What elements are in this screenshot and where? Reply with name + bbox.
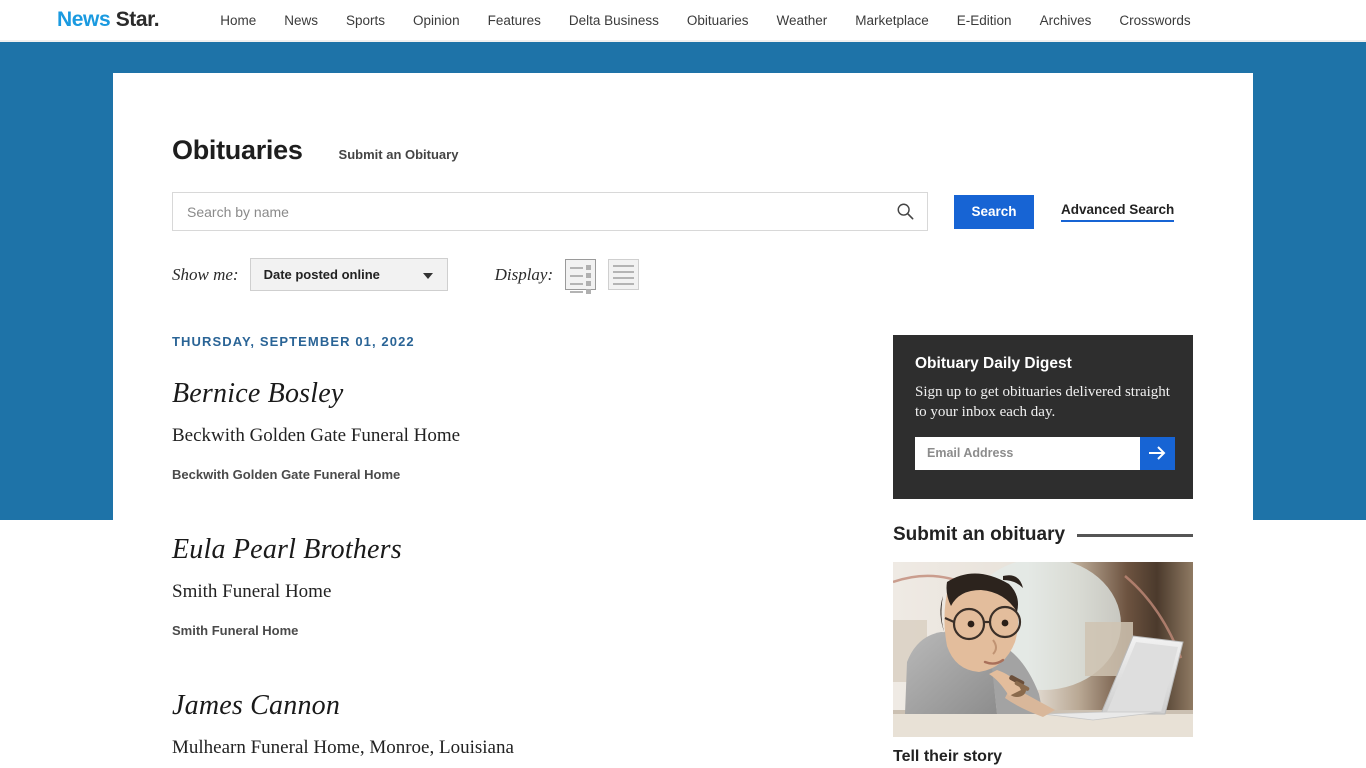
nav-item-e-edition[interactable]: E-Edition — [943, 13, 1026, 28]
search-input[interactable] — [172, 192, 928, 231]
obituary-funeral-home-link[interactable]: Smith Funeral Home — [172, 623, 712, 638]
display-toggle-grid[interactable] — [565, 259, 597, 294]
display-toggle-list[interactable] — [608, 259, 640, 290]
main-navigation: Home News Sports Opinion Features Delta … — [206, 13, 1204, 28]
email-field[interactable] — [915, 436, 1140, 470]
submit-obituary-section-header: Submit an obituary — [893, 524, 1193, 546]
promo-photo-graphic — [893, 562, 1193, 737]
nav-item-news[interactable]: News — [270, 13, 332, 28]
nav-item-weather[interactable]: Weather — [762, 13, 841, 28]
nav-item-sports[interactable]: Sports — [332, 13, 399, 28]
nav-item-obituaries[interactable]: Obituaries — [673, 13, 763, 28]
submit-obituary-link[interactable]: Submit an Obituary — [339, 147, 459, 162]
obituary-funeral-home-link[interactable]: Beckwith Golden Gate Funeral Home — [172, 467, 712, 482]
show-me-select[interactable]: Date posted online — [249, 258, 448, 291]
digest-signup-form — [915, 436, 1175, 470]
obituary-daily-digest-box: Obituary Daily Digest Sign up to get obi… — [893, 335, 1193, 499]
digest-title: Obituary Daily Digest — [915, 355, 1072, 372]
advanced-search-link[interactable]: Advanced Search — [1061, 202, 1175, 222]
nav-item-delta-business[interactable]: Delta Business — [555, 13, 673, 28]
date-heading: THURSDAY, SEPTEMBER 01, 2022 — [172, 334, 415, 349]
nav-item-archives[interactable]: Archives — [1026, 13, 1106, 28]
digest-submit-button[interactable] — [1140, 436, 1175, 470]
promo-caption[interactable]: Tell their story — [893, 748, 1002, 766]
site-logo[interactable]: News Star. — [57, 8, 160, 32]
grid-view-icon — [570, 265, 592, 294]
list-view-icon — [613, 265, 635, 285]
section-divider — [1077, 533, 1193, 537]
nav-item-crosswords[interactable]: Crosswords — [1105, 13, 1204, 28]
obituary-entry: James Cannon Mulhearn Funeral Home, Monr… — [172, 690, 712, 759]
site-header: News Star. Home News Sports Opinion Feat… — [0, 0, 1366, 40]
show-me-label: Show me: — [172, 264, 239, 284]
woman-at-laptop-photo[interactable] — [893, 562, 1193, 737]
page-header-row: Obituaries Submit an Obituary — [172, 135, 458, 166]
obituary-entry: Eula Pearl Brothers Smith Funeral Home S… — [172, 534, 712, 638]
search-row: Search Advanced Search — [172, 192, 1175, 231]
obituary-funeral-home: Beckwith Golden Gate Funeral Home — [172, 425, 461, 446]
search-input-wrapper — [172, 192, 928, 231]
search-button[interactable]: Search — [954, 194, 1034, 229]
display-label: Display: — [494, 264, 554, 284]
digest-description: Sign up to get obituaries delivered stra… — [915, 384, 1170, 421]
obituary-name[interactable]: Eula Pearl Brothers — [172, 534, 712, 566]
nav-item-marketplace[interactable]: Marketplace — [841, 13, 943, 28]
chevron-down-icon — [422, 273, 433, 279]
nav-item-features[interactable]: Features — [474, 13, 555, 28]
nav-item-opinion[interactable]: Opinion — [399, 13, 474, 28]
obituary-list: THURSDAY, SEPTEMBER 01, 2022 Bernice Bos… — [172, 334, 712, 759]
obituary-name[interactable]: James Cannon — [172, 690, 712, 722]
filter-row: Show me: Date posted online Display: — [172, 258, 640, 294]
submit-obituary-section-title: Submit an obituary — [893, 524, 1066, 545]
nav-item-home[interactable]: Home — [206, 13, 270, 28]
obituary-entry: Bernice Bosley Beckwith Golden Gate Fune… — [172, 378, 712, 482]
obituary-funeral-home: Mulhearn Funeral Home, Monroe, Louisiana — [172, 737, 514, 758]
arrow-right-icon — [1149, 446, 1166, 460]
logo-part-star: Star. — [115, 8, 160, 31]
page-title: Obituaries — [172, 135, 303, 165]
obituary-funeral-home: Smith Funeral Home — [172, 581, 332, 602]
obituary-name[interactable]: Bernice Bosley — [172, 378, 712, 410]
show-me-selected-value: Date posted online — [263, 267, 380, 282]
logo-part-news: News — [57, 8, 111, 31]
